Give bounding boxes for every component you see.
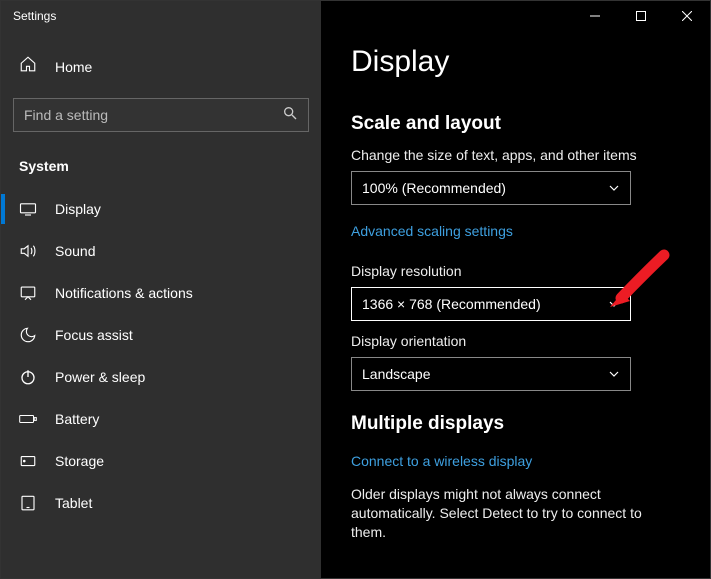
sidebar-item-label: Notifications & actions xyxy=(55,285,193,301)
battery-icon xyxy=(19,410,37,428)
window-title: Settings xyxy=(1,1,321,31)
scale-value: 100% (Recommended) xyxy=(362,180,506,196)
sidebar-item-focus-assist[interactable]: Focus assist xyxy=(1,314,321,356)
section-title: System xyxy=(1,150,321,188)
sidebar-item-label: Sound xyxy=(55,243,95,259)
content-pane: Display Scale and layout Change the size… xyxy=(321,1,710,578)
sidebar-item-power-sleep[interactable]: Power & sleep xyxy=(1,356,321,398)
sidebar-item-label: Tablet xyxy=(55,495,92,511)
focus-assist-icon xyxy=(19,326,37,344)
page-title: Display xyxy=(351,45,680,79)
resolution-value: 1366 × 768 (Recommended) xyxy=(362,296,541,312)
sidebar-item-display[interactable]: Display xyxy=(1,188,321,230)
settings-window: Settings Home System Display xyxy=(1,1,710,578)
multiple-displays-desc: Older displays might not always connect … xyxy=(351,485,671,542)
sidebar-item-label: Power & sleep xyxy=(55,369,145,385)
sidebar-item-storage[interactable]: Storage xyxy=(1,440,321,482)
orientation-label: Display orientation xyxy=(351,333,680,349)
sidebar-item-label: Display xyxy=(55,201,101,217)
maximize-button[interactable] xyxy=(618,1,664,31)
tablet-icon xyxy=(19,494,37,512)
close-button[interactable] xyxy=(664,1,710,31)
multiple-displays-heading: Multiple displays xyxy=(351,413,680,435)
nav-list: Display Sound Notifications & actions Fo… xyxy=(1,188,321,524)
orientation-value: Landscape xyxy=(362,366,431,382)
connect-wireless-link[interactable]: Connect to a wireless display xyxy=(351,453,532,469)
home-icon xyxy=(19,55,37,78)
chevron-down-icon xyxy=(608,298,620,310)
resolution-label: Display resolution xyxy=(351,263,680,279)
resolution-dropdown[interactable]: 1366 × 768 (Recommended) xyxy=(351,287,631,321)
search-box[interactable] xyxy=(13,98,309,132)
power-icon xyxy=(19,368,37,386)
sound-icon xyxy=(19,242,37,260)
sidebar-item-label: Battery xyxy=(55,411,99,427)
search-input[interactable] xyxy=(24,107,282,123)
advanced-scaling-link[interactable]: Advanced scaling settings xyxy=(351,223,513,239)
sidebar-item-label: Focus assist xyxy=(55,327,133,343)
sidebar-item-battery[interactable]: Battery xyxy=(1,398,321,440)
window-controls xyxy=(572,1,710,31)
scale-dropdown[interactable]: 100% (Recommended) xyxy=(351,171,631,205)
chevron-down-icon xyxy=(608,182,620,194)
home-nav-item[interactable]: Home xyxy=(1,45,321,88)
display-icon xyxy=(19,200,37,218)
home-label: Home xyxy=(55,59,92,75)
sidebar: Settings Home System Display xyxy=(1,1,321,578)
sidebar-item-tablet[interactable]: Tablet xyxy=(1,482,321,524)
minimize-button[interactable] xyxy=(572,1,618,31)
sidebar-item-sound[interactable]: Sound xyxy=(1,230,321,272)
chevron-down-icon xyxy=(608,368,620,380)
sidebar-item-label: Storage xyxy=(55,453,104,469)
scale-heading: Scale and layout xyxy=(351,113,680,135)
storage-icon xyxy=(19,452,37,470)
sidebar-item-notifications[interactable]: Notifications & actions xyxy=(1,272,321,314)
notifications-icon xyxy=(19,284,37,302)
scale-label: Change the size of text, apps, and other… xyxy=(351,147,680,163)
orientation-dropdown[interactable]: Landscape xyxy=(351,357,631,391)
search-icon xyxy=(282,105,298,126)
